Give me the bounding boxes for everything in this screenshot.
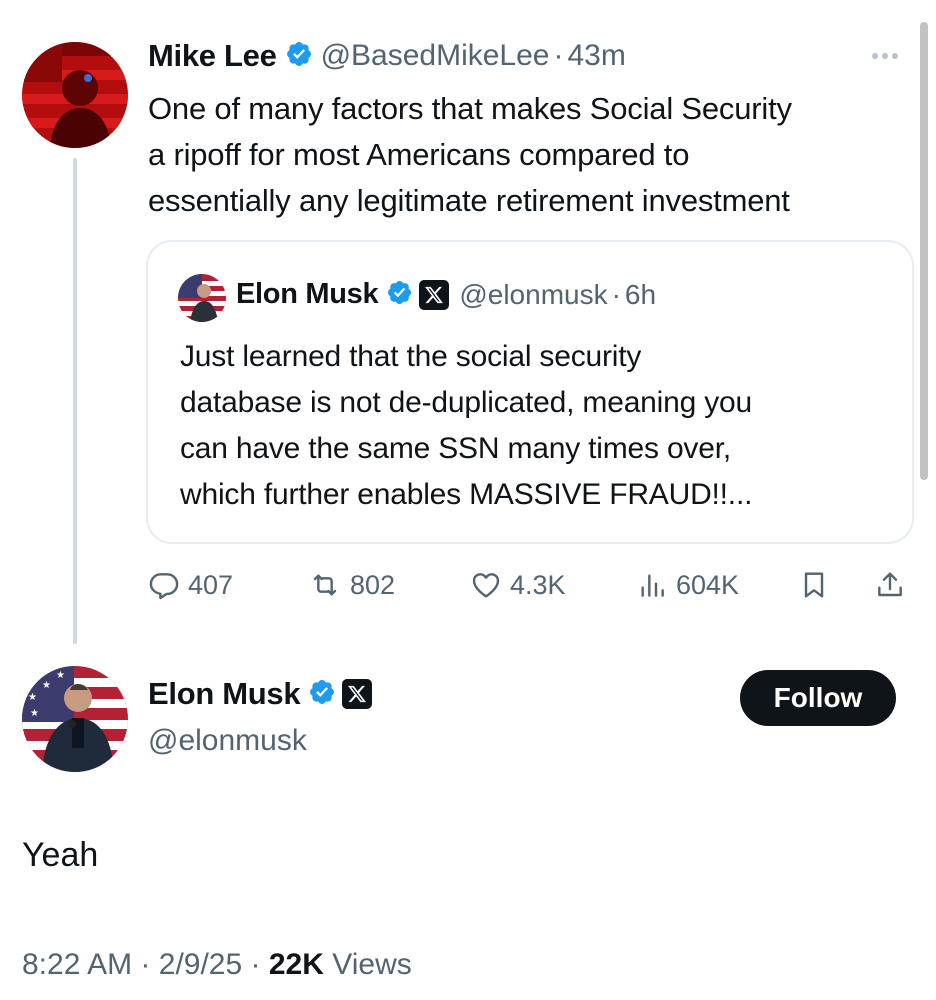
author-name[interactable]: Mike Lee	[148, 38, 277, 74]
tweet-text-line: which further enables MASSIVE FRAUD!!...	[180, 478, 753, 511]
quoted-tweet-header: Elon Musk @elonmusk · 6h	[236, 278, 656, 311]
reply-button[interactable]: 407	[148, 562, 233, 608]
author-handle[interactable]: @BasedMikeLee	[321, 39, 550, 73]
tweet-text-line: can have the same SSN many times over,	[180, 432, 731, 465]
tweet-date[interactable]: 2/9/25	[159, 948, 242, 981]
tweet-time[interactable]: 43m	[567, 39, 625, 73]
svg-text:★: ★	[56, 670, 65, 681]
quoted-tweet-text: Just learned that the social security da…	[180, 334, 900, 518]
svg-text:★: ★	[28, 692, 37, 703]
thread-line	[73, 158, 77, 644]
reply-author-handle[interactable]: @elonmusk	[148, 724, 307, 758]
repost-icon	[313, 574, 337, 596]
quoted-tweet-time[interactable]: 6h	[625, 279, 656, 311]
mike-lee-avatar[interactable]	[22, 42, 128, 148]
tweet-timestamp[interactable]: 8:22 AM	[22, 948, 132, 981]
svg-text:★: ★	[28, 672, 37, 683]
views-total-count: 22K	[268, 948, 324, 981]
parent-tweet-text: One of many factors that makes Social Se…	[148, 86, 928, 224]
reply-count: 407	[188, 569, 234, 600]
verified-badge-icon	[386, 279, 413, 311]
action-bar: 407 802 4.3K 604K	[148, 562, 918, 612]
verified-badge-icon	[308, 678, 336, 711]
repost-button[interactable]: 802	[308, 562, 395, 608]
quoted-author-handle[interactable]: @elonmusk	[459, 279, 607, 311]
reply-icon	[149, 573, 179, 600]
bookmark-button[interactable]	[798, 562, 830, 608]
reply-tweet-text: Yeah	[22, 836, 99, 874]
x-affiliation-icon	[419, 279, 450, 310]
follow-button[interactable]: Follow	[740, 670, 896, 726]
share-icon	[878, 572, 902, 597]
tweet-text-line: essentially any legitimate retirement in…	[148, 183, 790, 218]
elon-musk-avatar[interactable]: ★ ★ ★ ★ ★	[22, 666, 128, 772]
elon-musk-small-avatar[interactable]	[178, 274, 226, 322]
tweet-text-line: a ripoff for most Americans compared to	[148, 137, 690, 172]
ellipsis-icon[interactable]	[872, 46, 908, 66]
quoted-author-name[interactable]: Elon Musk	[236, 278, 379, 311]
tweet-text-line: Just learned that the social security	[180, 340, 642, 373]
tweet-text-line: database is not de-duplicated, meaning y…	[180, 386, 753, 419]
views-count: 604K	[676, 569, 740, 600]
views-label: Views	[332, 948, 412, 981]
svg-text:★: ★	[42, 680, 51, 691]
separator-dot: ·	[250, 948, 261, 981]
tweet-meta: 8:22 AM · 2/9/25 · 22K Views	[22, 948, 412, 982]
like-button[interactable]: 4.3K	[470, 562, 566, 608]
repost-count: 802	[350, 569, 396, 600]
verified-badge-icon	[285, 40, 313, 73]
tweet-text-line: One of many factors that makes Social Se…	[148, 91, 792, 126]
separator-dot: ·	[553, 39, 564, 72]
separator-dot: ·	[611, 278, 621, 310]
views-button[interactable]: 604K	[636, 562, 739, 608]
quoted-tweet-card[interactable]: Elon Musk @elonmusk · 6h Just learned th…	[146, 240, 914, 544]
share-button[interactable]	[874, 562, 906, 608]
x-affiliation-icon	[342, 679, 373, 709]
parent-tweet-header: Mike Lee @BasedMikeLee · 43m	[148, 38, 626, 74]
like-count: 4.3K	[510, 569, 566, 600]
heart-icon	[472, 573, 500, 598]
reply-author-name[interactable]: Elon Musk	[148, 676, 301, 712]
bookmark-icon	[804, 572, 824, 598]
views-chart-icon	[641, 574, 664, 597]
separator-dot: ·	[140, 948, 151, 981]
svg-text:★: ★	[30, 708, 39, 719]
reply-tweet-header: Elon Musk	[148, 676, 382, 712]
